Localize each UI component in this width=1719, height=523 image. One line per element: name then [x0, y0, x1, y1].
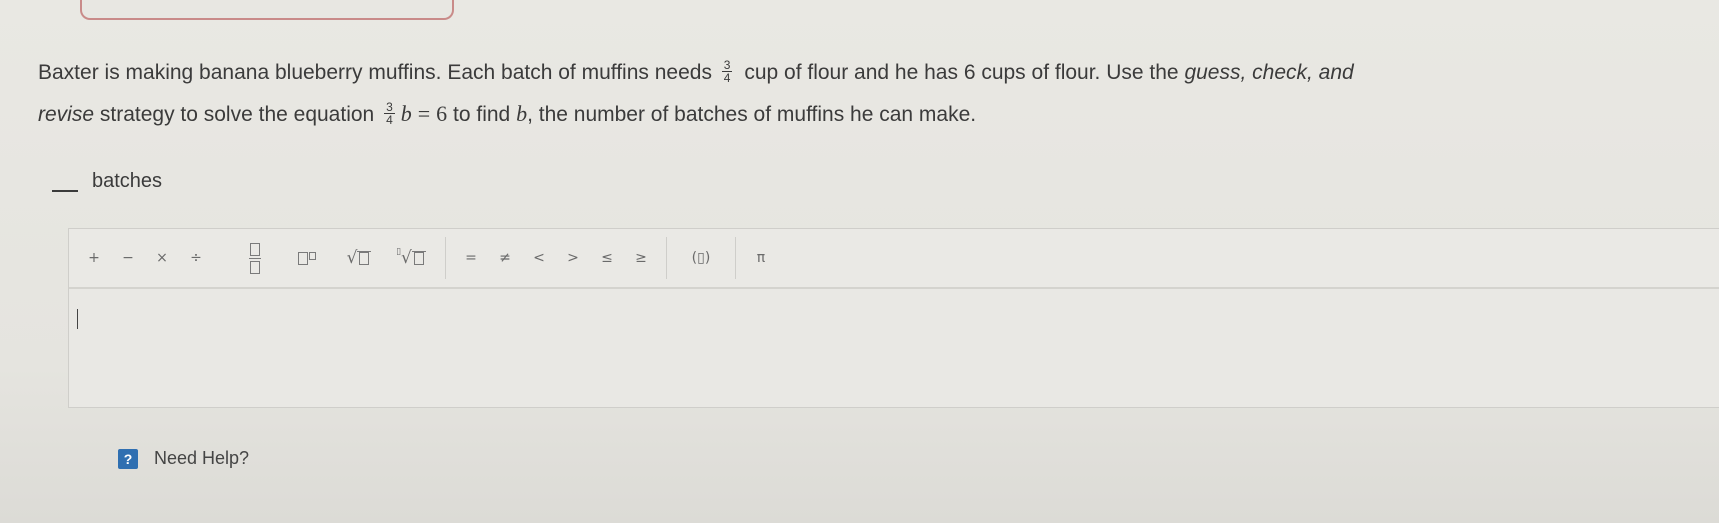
equals-button[interactable]: = — [456, 240, 486, 276]
less-equal-button[interactable]: ≤ — [592, 240, 622, 276]
need-help-label: Need Help? — [154, 448, 250, 468]
question-part6: , the number of batches of muffins he ca… — [527, 103, 977, 126]
relation-group: = ≠ < > ≤ ≥ — [446, 229, 666, 287]
equation-variable: b — [400, 101, 412, 126]
text-cursor — [77, 309, 78, 329]
template-group: √ ▯ √ — [221, 229, 445, 287]
nth-root-icon: ▯ √ — [396, 247, 426, 268]
not-equal-button[interactable]: ≠ — [490, 240, 520, 276]
question-text: Baxter is making banana blueberry muffin… — [38, 52, 1638, 135]
square-root-button[interactable]: √ — [335, 240, 383, 276]
answer-blank[interactable] — [52, 172, 78, 192]
need-help-link[interactable]: ? Need Help? — [118, 448, 249, 469]
equation-fraction: 34 — [384, 101, 395, 126]
fraction-denominator: 4 — [723, 70, 731, 85]
question-part5: to find — [453, 103, 511, 126]
math-toolbar: + − × ÷ √ ▯ √ = ≠ < > ≤ ≥ (▯) π — [69, 229, 1719, 289]
fraction-template-icon — [249, 242, 261, 274]
help-icon: ? — [118, 448, 138, 469]
strategy-name: guess, check, and — [1184, 61, 1354, 84]
question-part4: strategy to solve the equation — [99, 103, 375, 126]
divide-button[interactable]: ÷ — [181, 240, 211, 276]
greater-equal-button[interactable]: ≥ — [626, 240, 656, 276]
minus-button[interactable]: − — [113, 240, 143, 276]
fraction-numerator: 3 — [721, 57, 733, 72]
less-than-button[interactable]: < — [524, 240, 554, 276]
parentheses-button[interactable]: (▯) — [677, 240, 725, 276]
nth-root-button[interactable]: ▯ √ — [387, 240, 435, 276]
fraction-three-fourths: 34 — [721, 57, 733, 85]
fraction-template-button[interactable] — [231, 240, 279, 276]
times-button[interactable]: × — [147, 240, 177, 276]
answer-line: batches — [52, 170, 162, 193]
operator-group: + − × ÷ — [69, 229, 221, 287]
constant-group: π — [736, 229, 786, 287]
greater-than-button[interactable]: > — [558, 240, 588, 276]
variable-b: b — [516, 101, 528, 126]
question-part1: Baxter is making banana blueberry muffin… — [38, 61, 712, 84]
eq-denominator: 4 — [386, 112, 393, 127]
equation-equals: = — [417, 101, 431, 126]
strategy-name-cont: revise — [38, 103, 95, 126]
pi-button[interactable]: π — [746, 240, 776, 276]
exponent-template-button[interactable] — [283, 240, 331, 276]
square-root-icon: √ — [347, 248, 372, 268]
extra-group: (▯) — [667, 229, 735, 287]
equation-rhs: 6 — [436, 101, 448, 126]
top-tab-outline — [80, 0, 454, 20]
exponent-template-icon — [298, 251, 316, 265]
eq-numerator: 3 — [384, 99, 395, 114]
answer-unit-label: batches — [92, 170, 163, 192]
plus-button[interactable]: + — [79, 240, 109, 276]
question-part2: cup of flour and he has 6 cups of flour.… — [744, 61, 1179, 84]
math-editor[interactable]: + − × ÷ √ ▯ √ = ≠ < > ≤ ≥ (▯) π — [68, 228, 1719, 408]
